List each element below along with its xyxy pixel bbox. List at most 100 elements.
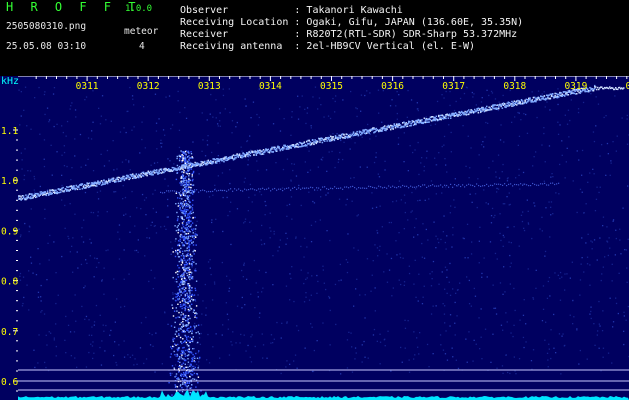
noise-dot [118,224,121,226]
echo-dot [187,308,190,311]
noise-dot [372,260,374,262]
echo-dot [188,152,190,154]
echo-dot [188,322,190,324]
noise-dot [451,246,453,248]
echo-dot [180,303,182,306]
noise-dot [579,279,582,281]
noise-dot [245,105,247,107]
echo-dot [176,386,179,388]
noise-dot [79,133,82,136]
echo-dot [184,181,186,184]
noise-dot [172,337,174,339]
noise-dot [594,344,596,346]
echo-dot [190,186,192,189]
noise-dot [170,241,172,243]
faint-trace-dot [544,182,546,184]
noise-dot [495,313,498,315]
echo-dot [184,353,186,355]
noise-dot [236,305,239,307]
trace-dot [225,156,228,158]
trace-dot [535,100,537,103]
noise-dot [115,361,117,364]
trace-dot [249,154,252,157]
echo-dot [185,305,187,307]
trace-dot [306,144,308,147]
noise-dot [590,317,592,320]
noise-dot [612,219,615,221]
noise-dot [304,237,306,239]
y-tick-label: 1.0 [1,176,18,187]
noise-dot [261,243,263,246]
noise-dot [110,329,112,332]
echo-dot [192,378,194,380]
noise-dot [107,249,109,251]
noise-dot [26,284,28,286]
noise-dot [403,161,405,163]
echo-dot [178,159,181,162]
echo-dot [183,346,185,349]
noise-dot [167,323,169,325]
noise-dot [503,266,505,268]
echo-dot [193,261,195,263]
noise-dot [305,296,307,298]
trace-dot [579,92,582,94]
noise-dot [273,233,275,235]
noise-dot [547,366,549,368]
noise-dot [82,241,85,243]
faint-trace-dot [400,186,402,188]
noise-dot [199,343,201,345]
faint-trace-dot [278,188,280,190]
echo-dot [184,203,187,205]
trace-dot [158,170,160,173]
echo-dot [184,383,186,386]
noise-dot [309,169,312,171]
noise-dot [480,101,483,103]
noise-dot [105,119,107,121]
noise-dot [266,357,268,359]
noise-dot [536,116,538,119]
noise-dot [19,236,22,238]
noise-dot [288,203,291,206]
noise-dot [97,215,99,217]
noise-dot [354,358,356,360]
trace-dot [142,175,145,177]
noise-dot [373,161,376,164]
noise-dot [50,332,52,334]
noise-dot [489,241,492,243]
echo-dot [186,197,188,200]
faint-trace-dot [328,188,330,190]
echo-dot [179,305,182,308]
app-title: H R O F F T [6,0,141,14]
noise-dot [69,203,71,205]
noise-dot [85,96,88,98]
noise-dot [497,109,499,112]
observer-line: Observer : Takanori Kawachi [180,5,403,16]
noise-dot [114,341,116,343]
noise-dot [112,140,114,142]
noise-dot [450,151,452,153]
echo-dot [196,317,198,319]
noise-dot [326,170,328,172]
noise-dot [307,272,309,274]
echo-dot [194,314,196,317]
echo-dot [175,271,177,274]
echo-dot [188,195,191,197]
noise-dot [197,365,200,367]
faint-trace-dot [410,185,412,187]
noise-dot [46,344,48,346]
noise-dot [45,334,47,336]
echo-dot [179,367,182,369]
trace-dot [529,97,531,99]
noise-dot [496,367,498,369]
noise-dot [589,313,591,315]
noise-dot [490,90,493,93]
noise-dot [513,324,515,326]
faint-trace-dot [452,186,454,188]
echo-dot [190,192,192,194]
noise-dot [198,173,200,175]
echo-dot [194,366,196,369]
echo-dot [195,325,198,327]
trace-dot [109,180,111,183]
noise-dot [86,262,88,264]
noise-dot [20,91,22,93]
